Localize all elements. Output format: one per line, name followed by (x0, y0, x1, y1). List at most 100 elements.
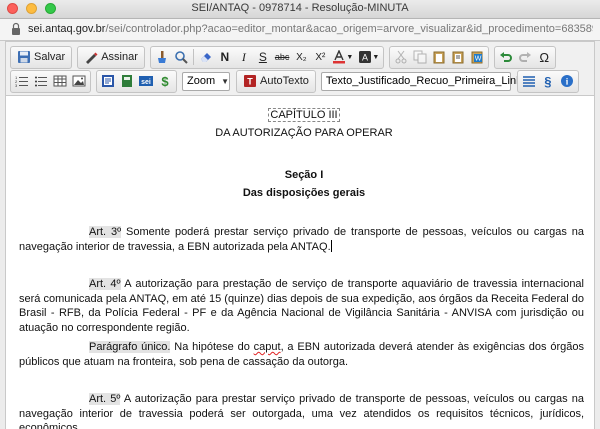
clipboard-icon (433, 51, 445, 64)
paragraph-unico-label: Parágrafo único. (89, 341, 171, 353)
cut-button[interactable] (392, 48, 410, 66)
underline-button[interactable]: S (254, 48, 272, 66)
toolbar-row-1: Salvar Assinar N I S abc X₂ X² ▼ A ▼ W Ω (10, 45, 559, 69)
bullet-list-button[interactable] (32, 72, 50, 90)
history-group: Ω (494, 45, 557, 69)
paste-word-button[interactable]: W (468, 48, 486, 66)
autotext-icon: T (244, 75, 256, 87)
address-bar[interactable]: sei.antaq.gov.br/sei/controlador.php?aca… (0, 19, 600, 41)
autotext-group: T AutoTexto (236, 69, 316, 93)
paragraph-unico[interactable]: Parágrafo único. Na hipótese do caput, a… (19, 340, 584, 369)
insert-group: sei $ (96, 69, 177, 93)
background-color-icon: A (359, 51, 372, 63)
document-editor[interactable]: CAPÍTULO III DA AUTORIZAÇÃO PARA OPERAR … (5, 96, 595, 429)
superscript-button[interactable]: X² (311, 48, 329, 66)
image-icon (72, 75, 86, 87)
save-label: Salvar (34, 51, 66, 63)
url-host: sei.antaq.gov.br (28, 23, 106, 35)
bullet-list-icon (35, 76, 47, 87)
section-heading[interactable]: Seção I (19, 168, 589, 183)
numbered-list-icon: 123 (15, 75, 28, 88)
separator (192, 49, 194, 65)
caput-word: caput (253, 341, 281, 353)
sign-button[interactable]: Assinar (80, 48, 142, 66)
legislation-button[interactable] (118, 72, 136, 90)
zoom-label: Zoom (187, 75, 216, 87)
style-select[interactable]: Texto_Justificado_Recuo_Primeira_Linha▼ (320, 71, 542, 91)
autotext-label: AutoTexto (260, 75, 309, 87)
italic-button[interactable]: I (235, 48, 253, 66)
toolbar-row-2: 123 sei $ Zoom ▼ T AutoTexto Texto_Justif… (10, 69, 582, 93)
sign-label: Assinar (101, 51, 138, 63)
background-color-button[interactable]: A ▼ (356, 48, 381, 66)
url-text[interactable]: sei.antaq.gov.br/sei/controlador.php?aca… (28, 23, 593, 35)
scissors-icon (395, 50, 407, 64)
subscript-button[interactable]: X₂ (292, 48, 310, 66)
document-link-icon (102, 75, 114, 87)
magnifier-icon (175, 51, 188, 64)
chapter-label: CAPÍTULO III (268, 108, 340, 122)
lock-icon (12, 22, 20, 35)
redo-button[interactable] (516, 48, 534, 66)
table-icon (53, 75, 67, 87)
redo-icon (519, 52, 532, 62)
window-titlebar: SEI/ANTAQ - 0978714 - Resolução-MINUTA (0, 0, 600, 19)
chapter-heading[interactable]: CAPÍTULO III (19, 108, 589, 123)
article-4-paragraph[interactable]: Art. 4º A autorização para prestação de … (19, 277, 584, 335)
save-button[interactable]: Salvar (13, 48, 69, 66)
article-4-label: Art. 4º (89, 278, 121, 290)
autotext-button[interactable]: T AutoTexto (239, 72, 313, 90)
bold-button[interactable]: N (216, 48, 234, 66)
justify-icon (522, 76, 535, 87)
window-title: SEI/ANTAQ - 0978714 - Resolução-MINUTA (191, 2, 409, 14)
copy-button[interactable] (411, 48, 429, 66)
paste-text-button[interactable] (449, 48, 467, 66)
strikethrough-button[interactable]: abc (273, 48, 292, 66)
find-button[interactable] (172, 48, 190, 66)
section-symbol-button[interactable]: § (539, 72, 557, 90)
dollar-icon[interactable]: $ (156, 72, 174, 90)
eraser-icon (200, 53, 211, 62)
paragraph-unico-text-a: Na hipótese do (170, 341, 254, 353)
article-5-label: Art. 5º (89, 393, 121, 405)
info-button[interactable]: i (558, 72, 576, 90)
remove-format-button[interactable] (153, 48, 171, 66)
pen-icon (86, 52, 98, 64)
table-button[interactable] (51, 72, 69, 90)
chevron-down-icon: ▼ (346, 53, 354, 61)
info-icon: i (560, 75, 573, 87)
style-value: Texto_Justificado_Recuo_Primeira_Linha (325, 75, 529, 87)
section-title[interactable]: Das disposições gerais (19, 186, 589, 201)
copy-icon (413, 50, 427, 64)
article-3-paragraph[interactable]: Art. 3º Somente poderá prestar serviço p… (19, 225, 584, 254)
paste-text-icon (452, 51, 464, 64)
link-sei-button[interactable] (99, 72, 117, 90)
text-color-button[interactable]: ▼ (330, 48, 355, 66)
extra-group: § i (516, 69, 579, 93)
eraser-button[interactable] (197, 48, 215, 66)
svg-text:W: W (475, 56, 482, 63)
svg-text:3: 3 (15, 83, 18, 88)
svg-text:T: T (247, 77, 253, 87)
undo-button[interactable] (497, 48, 515, 66)
chapter-title[interactable]: DA AUTORIZAÇÃO PARA OPERAR (19, 126, 589, 141)
special-char-button[interactable]: Ω (535, 48, 553, 66)
article-5-paragraph[interactable]: Art. 5º A autorização para prestar servi… (19, 392, 584, 429)
justify-button[interactable] (520, 72, 538, 90)
image-button[interactable] (70, 72, 88, 90)
sei-reference-button[interactable]: sei (137, 72, 155, 90)
numbered-list-button[interactable]: 123 (13, 72, 31, 90)
paste-word-icon: W (471, 51, 483, 64)
zoom-select[interactable]: Zoom ▼ (182, 71, 230, 91)
save-group: Salvar (10, 45, 73, 69)
editor-toolbar: Salvar Assinar N I S abc X₂ X² ▼ A ▼ W Ω… (5, 41, 595, 96)
text-cursor (330, 239, 332, 252)
svg-text:sei: sei (141, 79, 151, 86)
clipboard-group: W (389, 45, 490, 69)
list-group: 123 (10, 69, 91, 93)
article-3-label: Art. 3º (89, 226, 122, 238)
url-path: /sei/controlador.php?acao=editor_montar&… (105, 23, 593, 35)
paste-button[interactable] (430, 48, 448, 66)
sei-logo-icon: sei (139, 76, 153, 86)
chevron-down-icon: ▼ (221, 76, 230, 86)
